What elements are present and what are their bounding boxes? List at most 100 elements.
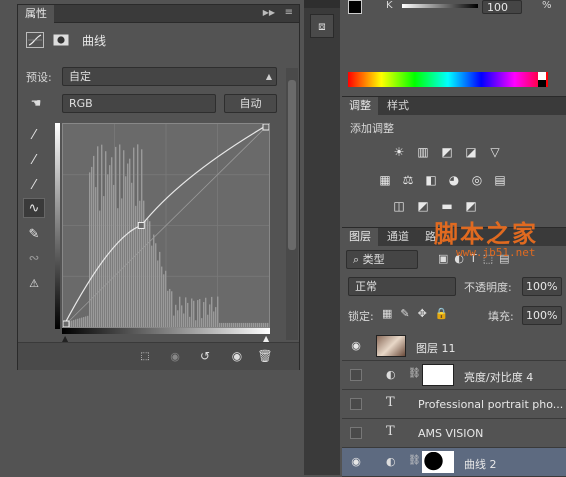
adjustment-row1-3-icon[interactable]: ◪ bbox=[464, 145, 478, 159]
collapse-icon[interactable]: ▶▶ bbox=[263, 8, 275, 17]
reset-icon[interactable]: ↺ bbox=[196, 349, 214, 363]
foreground-swatch[interactable] bbox=[348, 0, 362, 14]
view-previous-icon[interactable]: ◉ bbox=[166, 349, 184, 363]
k-slider[interactable] bbox=[402, 4, 478, 8]
link-icon[interactable]: ⛓ bbox=[408, 368, 421, 379]
tab-properties[interactable]: 属性 bbox=[18, 5, 54, 23]
clipping-warning-icon[interactable]: ⚠ bbox=[24, 273, 44, 293]
pixel-filter-icon[interactable]: ▣ bbox=[438, 252, 448, 268]
layer-row[interactable]: ◐ ⛓ 亮度/对比度 4 bbox=[342, 361, 566, 390]
eyedropper-gray-icon[interactable]: ⁄ bbox=[24, 150, 44, 170]
smooth-icon[interactable]: ∾ bbox=[24, 248, 44, 268]
layer-name: 曲线 2 bbox=[464, 458, 497, 471]
curve-edit-tool-icon[interactable]: ∿ bbox=[23, 198, 45, 218]
curve-control-point[interactable] bbox=[63, 320, 70, 327]
scrollbar[interactable] bbox=[286, 68, 298, 340]
k-unit: % bbox=[542, 0, 552, 11]
preset-dropdown[interactable]: 自定 ▲ bbox=[62, 67, 277, 86]
adjustment-row2-5-icon[interactable]: ▤ bbox=[493, 173, 507, 187]
link-icon[interactable]: ⛓ bbox=[408, 455, 421, 466]
blend-mode-dropdown[interactable]: 正常 bbox=[348, 277, 456, 296]
color-spectrum-bar[interactable] bbox=[348, 72, 548, 87]
adjustment-row2-3-icon[interactable]: ◕ bbox=[447, 173, 461, 187]
adjustment-row2-1-icon[interactable]: ⚖ bbox=[401, 173, 415, 187]
k-value-field[interactable]: 100 bbox=[482, 0, 522, 14]
tab-channels[interactable]: 通道 bbox=[380, 228, 416, 246]
channel-value: RGB bbox=[69, 97, 93, 110]
adjustment-row2-4-icon[interactable]: ◎ bbox=[470, 173, 484, 187]
histogram-bar bbox=[217, 296, 219, 327]
adjustment-row3-3-icon[interactable]: ◩ bbox=[464, 199, 478, 213]
histogram-bar bbox=[157, 260, 159, 327]
eye-icon[interactable]: ◉ bbox=[348, 455, 364, 469]
layer-name: Professional portrait pho... bbox=[418, 398, 564, 411]
adjustment-row1-2-icon[interactable]: ◩ bbox=[440, 145, 454, 159]
panel-menu-icon[interactable]: ≡ bbox=[285, 7, 293, 18]
curve-graph[interactable] bbox=[62, 123, 270, 328]
histogram-bar bbox=[255, 322, 257, 327]
lock-position-icon[interactable]: ✥ bbox=[418, 307, 427, 320]
layer-mask-thumbnail[interactable] bbox=[422, 364, 454, 386]
adjustment-row2-0-icon[interactable]: ▦ bbox=[378, 173, 392, 187]
properties-footer: ⬚ ◉ ↺ ◉ 🗑 bbox=[18, 342, 299, 370]
auto-button[interactable]: 自动 bbox=[224, 94, 277, 113]
histogram-bar bbox=[241, 322, 243, 327]
adjustments-tabbar: 调整 样式 bbox=[342, 97, 566, 115]
layer-row[interactable]: T Professional portrait pho... bbox=[342, 390, 566, 419]
preset-label: 预设: bbox=[26, 71, 52, 84]
layer-mask-thumbnail[interactable] bbox=[422, 451, 454, 473]
properties-panel: 属性 ▶▶ ≡ 曲线 预设: 自定 ▲ ☚ RGB 自动 ⁄ ⁄ ⁄ ∿ ✎ ∾… bbox=[17, 4, 300, 370]
fill-field[interactable]: 100% bbox=[522, 306, 562, 325]
black-swatch[interactable] bbox=[538, 80, 546, 87]
visibility-icon[interactable]: ◉ bbox=[228, 349, 246, 363]
adjustment-row2-2-icon[interactable]: ◧ bbox=[424, 173, 438, 187]
clip-to-layer-icon[interactable]: ⬚ bbox=[136, 349, 154, 363]
3d-cube-icon[interactable]: ⧈ bbox=[310, 14, 334, 38]
eyedropper-black-icon[interactable]: ⁄ bbox=[24, 125, 44, 145]
tab-adjustments[interactable]: 调整 bbox=[342, 97, 378, 115]
curve-control-point[interactable] bbox=[262, 124, 269, 131]
layer-row[interactable]: ◉ ◐ ⛓ 曲线 2 bbox=[342, 448, 566, 477]
lock-all-icon[interactable]: 🔒 bbox=[435, 307, 449, 320]
opacity-field[interactable]: 100% bbox=[522, 277, 562, 296]
histogram-bar bbox=[131, 182, 133, 327]
histogram-bar bbox=[117, 208, 119, 327]
curve-control-point[interactable] bbox=[137, 222, 145, 229]
adjustment-row1-1-icon[interactable]: ▥ bbox=[416, 145, 430, 159]
eyedropper-white-icon[interactable]: ⁄ bbox=[24, 175, 44, 195]
histogram-bar bbox=[225, 322, 227, 327]
histogram-bar bbox=[113, 184, 115, 327]
histogram-bar bbox=[215, 307, 217, 327]
scrollbar-thumb[interactable] bbox=[288, 80, 296, 250]
histogram-bar bbox=[141, 149, 143, 327]
channel-dropdown[interactable]: RGB bbox=[62, 94, 216, 113]
adjustment-row3-2-icon[interactable]: ▬ bbox=[440, 199, 454, 213]
text-layer-icon: T bbox=[386, 424, 395, 439]
delete-icon[interactable]: 🗑 bbox=[256, 348, 274, 364]
histogram-bar bbox=[185, 297, 187, 327]
mask-icon[interactable] bbox=[52, 32, 70, 48]
layer-row[interactable]: ◉ 图层 11 bbox=[342, 332, 566, 361]
adjustment-row3-0-icon[interactable]: ◫ bbox=[392, 199, 406, 213]
lock-icons: ▦ ✎ ✥ 🔒 bbox=[382, 307, 449, 320]
visibility-toggle[interactable] bbox=[350, 398, 362, 410]
layer-row[interactable]: T AMS VISION bbox=[342, 419, 566, 448]
adjustment-row3-1-icon[interactable]: ◩ bbox=[416, 199, 430, 213]
pencil-tool-icon[interactable]: ✎ bbox=[24, 224, 44, 244]
adjustment-row1-0-icon[interactable]: ☀ bbox=[392, 145, 406, 159]
histogram-bar bbox=[221, 322, 223, 327]
visibility-toggle[interactable] bbox=[350, 369, 362, 381]
visibility-toggle[interactable] bbox=[350, 427, 362, 439]
curves-mode-icon[interactable] bbox=[26, 32, 44, 48]
adjustment-row1-4-icon[interactable]: ▽ bbox=[488, 145, 502, 159]
tab-layers[interactable]: 图层 bbox=[342, 228, 378, 246]
lock-transparent-icon[interactable]: ▦ bbox=[382, 307, 392, 320]
lock-paint-icon[interactable]: ✎ bbox=[400, 307, 409, 320]
eye-icon[interactable]: ◉ bbox=[348, 339, 364, 353]
histogram-bar bbox=[229, 322, 231, 327]
histogram-bar bbox=[257, 322, 259, 327]
white-swatch[interactable] bbox=[538, 72, 546, 80]
hand-tool-icon[interactable]: ☚ bbox=[26, 95, 46, 111]
filter-kind-dropdown[interactable]: ⌕ 类型 bbox=[346, 250, 418, 269]
tab-styles[interactable]: 样式 bbox=[380, 97, 416, 115]
